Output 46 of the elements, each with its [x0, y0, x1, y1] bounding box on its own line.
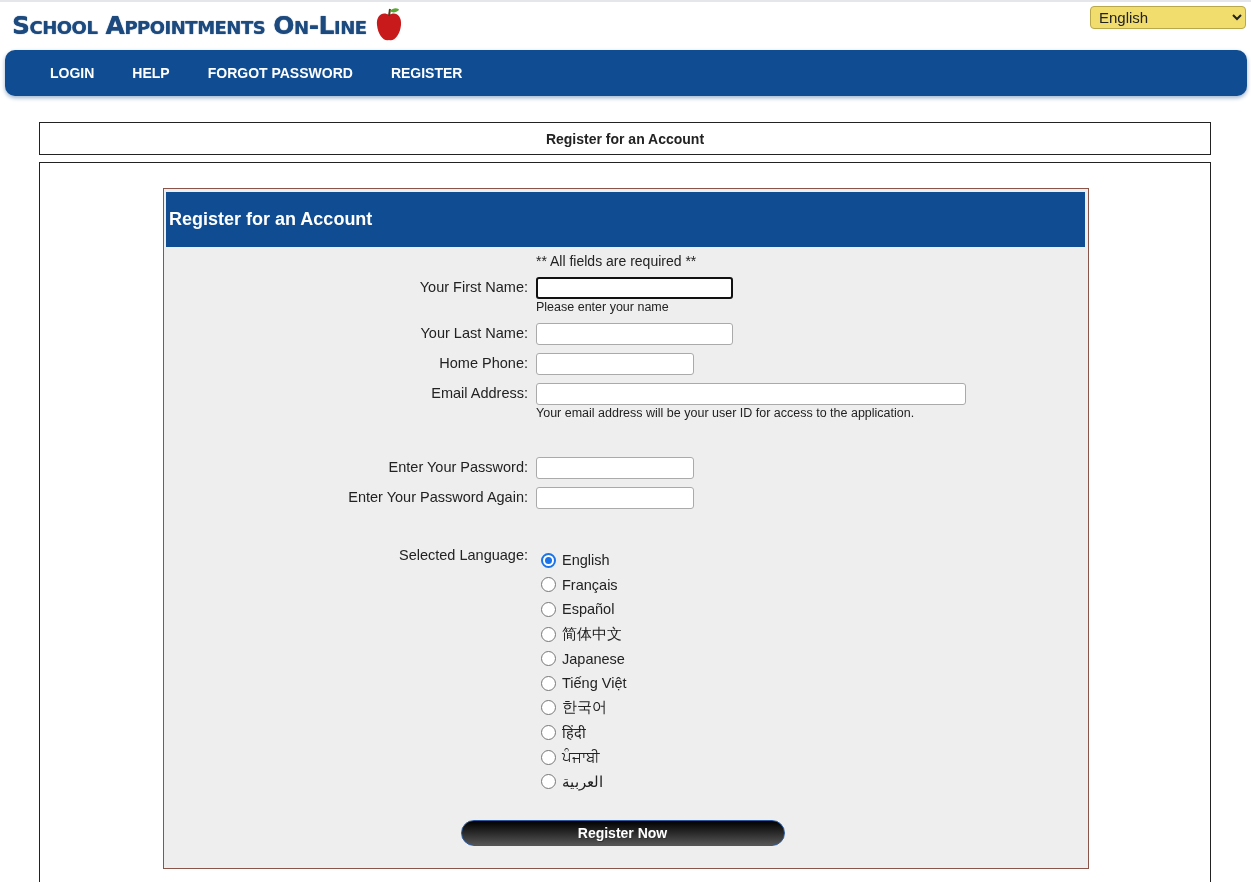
radio-button[interactable] — [541, 552, 556, 568]
radio-label: हिंदी — [562, 724, 586, 743]
required-note: ** All fields are required ** — [536, 253, 698, 269]
radio-button[interactable] — [541, 724, 556, 740]
nav-link[interactable]: HELP — [113, 65, 189, 81]
field-hint: Please enter your name — [536, 300, 670, 315]
radio-button[interactable] — [541, 774, 556, 790]
input-field[interactable] — [536, 353, 694, 375]
input-field[interactable] — [536, 383, 966, 405]
radio-label: Japanese — [562, 650, 625, 667]
nav-link[interactable]: LOGIN — [31, 65, 114, 81]
field-label: Home Phone: — [438, 354, 528, 373]
radio-button[interactable] — [541, 749, 556, 765]
radio-button[interactable] — [541, 602, 556, 617]
field-label: Your Last Name: — [419, 324, 528, 343]
input-field[interactable] — [536, 487, 694, 509]
radio-button[interactable] — [541, 651, 556, 667]
radio-label: Español — [562, 601, 615, 618]
radio-label: Tiếng Việt — [562, 675, 627, 692]
input-field[interactable] — [536, 457, 694, 479]
input-field[interactable] — [536, 323, 733, 345]
field-label: Enter Your Password Again: — [347, 488, 528, 507]
radio-label: ਪੰਜਾਬੀ — [562, 748, 600, 766]
radio-label: 한국어 — [562, 698, 607, 718]
page-title: Register for an Account — [39, 122, 1211, 155]
apple-icon — [374, 7, 403, 43]
radio-button[interactable] — [541, 626, 556, 642]
radio-label: English — [562, 552, 610, 569]
field-label: Your First Name: — [418, 278, 528, 297]
field-hint: Your email address will be your user ID for access to the application. — [536, 406, 916, 421]
radio-label: Français — [562, 576, 618, 593]
radio-label: العربية — [562, 773, 603, 790]
radio-label: 简体中文 — [562, 624, 622, 644]
radio-button[interactable] — [541, 700, 556, 716]
form-header: Register for an Account — [166, 192, 1085, 247]
input-field[interactable] — [536, 277, 733, 299]
radio-button[interactable] — [541, 577, 556, 593]
nav-link[interactable]: REGISTER — [371, 65, 482, 81]
field-label: Enter Your Password: — [387, 458, 528, 477]
register-now-button[interactable]: Register Now — [460, 819, 785, 846]
radio-button[interactable] — [541, 675, 556, 691]
field-label: Selected Language: — [398, 546, 528, 565]
site-logo-title: School Appointments On-Line — [12, 10, 367, 40]
language-select[interactable]: English — [1090, 6, 1246, 29]
nav-link[interactable]: FORGOT PASSWORD — [188, 65, 372, 81]
field-label: Email Address: — [430, 384, 528, 403]
